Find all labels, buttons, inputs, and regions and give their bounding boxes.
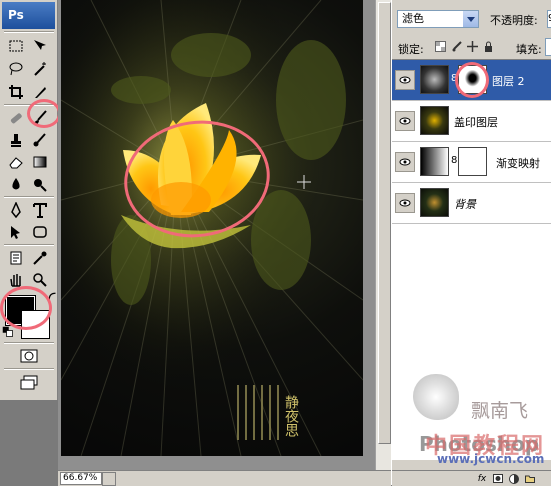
fill-field[interactable] — [545, 38, 551, 56]
dodge-tool-icon[interactable] — [30, 174, 50, 194]
eye-icon[interactable] — [395, 152, 415, 172]
gradient-tool-icon[interactable] — [30, 152, 50, 172]
layer-mask-highlight-circle — [455, 62, 489, 98]
crop-tool-icon[interactable] — [6, 82, 26, 102]
scrollbar-thumb[interactable] — [378, 2, 391, 444]
add-mask-icon[interactable] — [492, 473, 504, 484]
lock-all-icon[interactable] — [482, 40, 495, 53]
direct-selection-tool-icon[interactable] — [6, 222, 26, 242]
screen-mode-icon[interactable] — [16, 372, 42, 392]
default-colors-icon[interactable] — [2, 326, 14, 338]
layer-thumbnail — [420, 65, 449, 94]
layers-panel-footer: fx — [392, 470, 551, 486]
magic-wand-tool-icon[interactable] — [30, 59, 50, 79]
eyedropper-tool-icon[interactable] — [30, 248, 50, 268]
status-bar: 66.67% — [58, 470, 391, 486]
crosshair-cursor-icon — [297, 175, 311, 189]
status-menu-button[interactable] — [102, 472, 116, 486]
lock-position-icon[interactable] — [466, 40, 479, 53]
layer-name: 渐变映射 — [496, 157, 540, 170]
shape-tool-icon[interactable] — [30, 222, 50, 242]
document-window: 静夜思 — [58, 0, 379, 470]
path-selection-tool-icon[interactable] — [6, 200, 26, 220]
layers-panel: 滤色 不透明度: 9 锁定: 填充: 8 图层 2 盖印图层 8 渐变映射 — [391, 0, 551, 486]
flower-logo-icon — [413, 374, 459, 420]
layer-name: 盖印图层 — [454, 116, 498, 129]
blend-mode-select[interactable]: 滤色 — [397, 10, 479, 28]
fill-label: 填充: — [516, 43, 542, 56]
blend-mode-value: 滤色 — [402, 12, 424, 25]
layer-name: 图层 2 — [492, 75, 525, 88]
type-tool-icon[interactable] — [30, 200, 50, 220]
layer-row[interactable]: 8 渐变映射 — [392, 142, 551, 183]
photoshop-logo[interactable]: Ps — [2, 2, 55, 29]
image-canvas[interactable]: 静夜思 — [61, 0, 363, 456]
eye-icon[interactable] — [395, 70, 415, 90]
lock-image-icon[interactable] — [450, 40, 463, 53]
foreground-color-highlight-circle — [0, 286, 52, 330]
history-brush-tool-icon[interactable] — [30, 130, 50, 150]
eraser-tool-icon[interactable] — [6, 152, 26, 172]
layer-mask-thumbnail[interactable] — [458, 147, 487, 176]
lock-transparency-icon[interactable] — [434, 40, 447, 53]
opacity-label: 不透明度: — [490, 14, 538, 27]
layer-row[interactable]: 8 图层 2 — [392, 60, 551, 101]
layer-thumbnail — [420, 147, 449, 176]
brush-tool-highlight-circle — [27, 99, 61, 128]
link-icon: 8 — [451, 155, 458, 166]
zoom-level-field[interactable]: 66.67% — [60, 472, 102, 485]
notes-tool-icon[interactable] — [6, 248, 26, 268]
chevron-down-icon[interactable] — [463, 11, 478, 27]
layer-row[interactable]: 背景 — [392, 183, 551, 224]
site-url-watermark: www.jcwcn.com — [437, 452, 545, 466]
adjustment-layer-icon[interactable] — [508, 473, 520, 484]
blur-tool-icon[interactable] — [6, 174, 26, 194]
new-group-icon[interactable] — [524, 473, 536, 484]
healing-brush-tool-icon[interactable] — [6, 108, 26, 128]
lock-label: 锁定: — [398, 43, 424, 56]
layer-name: 背景 — [454, 198, 476, 211]
layer-row[interactable]: 盖印图层 — [392, 101, 551, 142]
layer-style-icon[interactable]: fx — [476, 473, 488, 484]
eye-icon[interactable] — [395, 111, 415, 131]
poem-title: 静夜思 — [283, 395, 299, 437]
marquee-tool-icon[interactable] — [6, 36, 26, 56]
layer-thumbnail — [420, 188, 449, 217]
watermark-cjk: 飘南飞 — [471, 400, 529, 422]
lasso-tool-icon[interactable] — [6, 59, 26, 79]
layer-thumbnail — [420, 106, 449, 135]
opacity-field[interactable]: 9 — [547, 10, 551, 28]
clone-stamp-tool-icon[interactable] — [6, 130, 26, 150]
eye-icon[interactable] — [395, 193, 415, 213]
tools-palette: Ps — [0, 0, 61, 400]
vertical-scrollbar[interactable] — [375, 0, 392, 470]
quick-mask-mode-icon[interactable] — [16, 346, 42, 366]
move-tool-icon[interactable] — [30, 36, 50, 56]
layer-list: 8 图层 2 盖印图层 8 渐变映射 背景 飘南飞 Photoshop — [392, 59, 551, 460]
